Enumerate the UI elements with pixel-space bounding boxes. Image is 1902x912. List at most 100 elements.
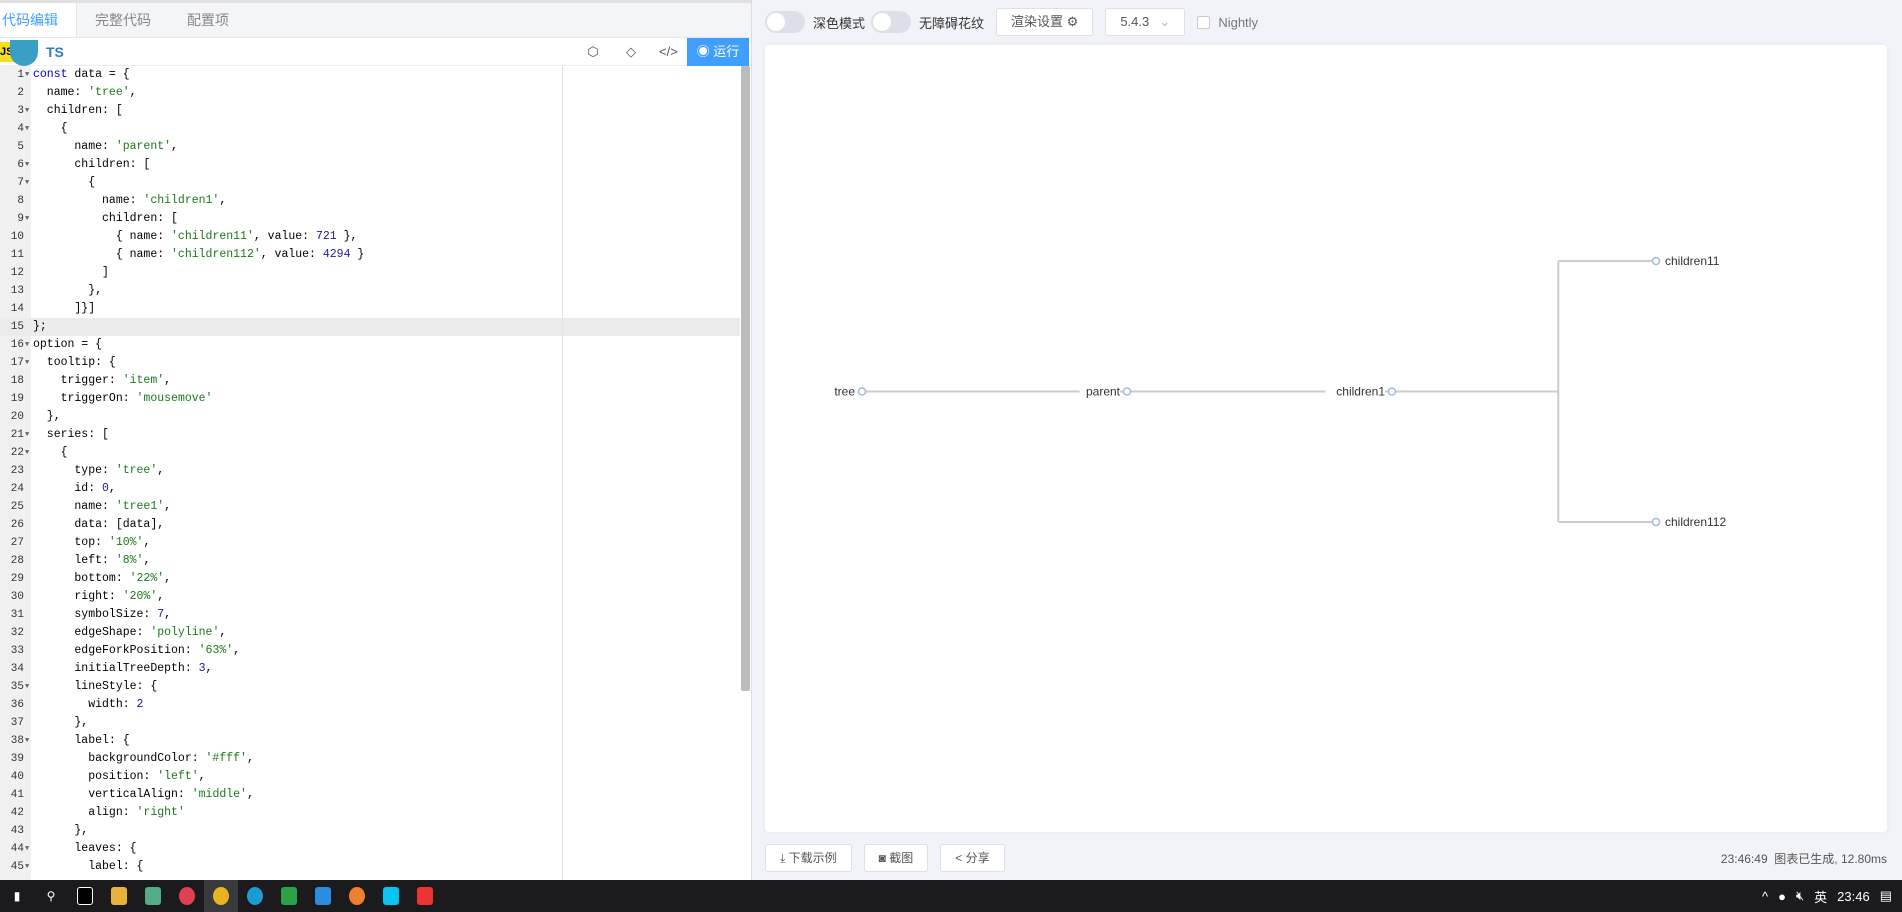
- volume-icon[interactable]: 🔇︎: [1796, 888, 1804, 904]
- share-button[interactable]: < 分享: [940, 844, 1005, 872]
- pycharm-icon[interactable]: [68, 880, 102, 912]
- code-line[interactable]: 40 position: 'left',: [0, 768, 740, 786]
- tab-options[interactable]: 配置项: [169, 3, 247, 37]
- code-line[interactable]: 7 ▼ {: [0, 174, 740, 192]
- code-line[interactable]: 13 },: [0, 282, 740, 300]
- tree-node[interactable]: [857, 387, 867, 396]
- fold-arrow-icon[interactable]: ▼: [25, 444, 29, 462]
- code-line[interactable]: 24 id: 0,: [0, 480, 740, 498]
- code-line[interactable]: 37 },: [0, 714, 740, 732]
- screenshot-button[interactable]: ◙ 截图: [863, 844, 929, 872]
- edge-icon[interactable]: [238, 880, 272, 912]
- code-line[interactable]: 39 backgroundColor: '#fff',: [0, 750, 740, 768]
- code-line[interactable]: 8 name: 'children1',: [0, 192, 740, 210]
- tree-node[interactable]: [1651, 256, 1661, 266]
- code-line[interactable]: 28 left: '8%',: [0, 552, 740, 570]
- code-line[interactable]: 43 },: [0, 822, 740, 840]
- code-line[interactable]: 31 symbolSize: 7,: [0, 606, 740, 624]
- download-button[interactable]: ⤓ 下载示例: [765, 844, 852, 872]
- fold-arrow-icon[interactable]: ▼: [25, 858, 29, 876]
- code-line[interactable]: 19 triggerOn: 'mousemove': [0, 390, 740, 408]
- fold-arrow-icon[interactable]: ▼: [25, 354, 29, 372]
- editor-scrollbar[interactable]: [741, 66, 750, 691]
- code-line[interactable]: 35 ▼ lineStyle: {: [0, 678, 740, 696]
- tree-node[interactable]: [1651, 517, 1661, 527]
- code-editor[interactable]: 1 ▼ const data = {2 name: 'tree', 3 ▼ childr…: [0, 66, 740, 880]
- fold-arrow-icon[interactable]: ▼: [25, 66, 29, 84]
- ts-toggle[interactable]: TS: [46, 44, 64, 60]
- version-select[interactable]: 5.4.3 ⌄: [1105, 8, 1186, 36]
- code-line[interactable]: 21 ▼ series: [: [0, 426, 740, 444]
- tree-node[interactable]: [1387, 387, 1397, 396]
- fold-arrow-icon[interactable]: ▼: [25, 678, 29, 696]
- calendar-icon[interactable]: [306, 880, 340, 912]
- dark-mode-toggle[interactable]: [765, 11, 805, 33]
- chart-canvas[interactable]: children11 children112 children1 parent tree: [765, 45, 1887, 832]
- code-icon[interactable]: </>: [659, 43, 678, 61]
- code-line[interactable]: 2 name: 'tree',: [0, 84, 740, 102]
- fold-arrow-icon[interactable]: ▼: [25, 156, 29, 174]
- tree-node[interactable]: [1122, 387, 1132, 396]
- code-line[interactable]: 34 initialTreeDepth: 3,: [0, 660, 740, 678]
- code-line[interactable]: 4 ▼ {: [0, 120, 740, 138]
- decal-toggle[interactable]: [871, 11, 912, 33]
- fold-arrow-icon[interactable]: ▼: [25, 174, 29, 192]
- code-line[interactable]: 25 name: 'tree1',: [0, 498, 740, 516]
- chrome-icon[interactable]: [204, 880, 238, 912]
- tab-full-code[interactable]: 完整代码: [77, 3, 169, 37]
- code-line[interactable]: 20 },: [0, 408, 740, 426]
- clock[interactable]: 23:46: [1837, 889, 1870, 904]
- code-line[interactable]: 3 ▼ children: [: [0, 102, 740, 120]
- code-line[interactable]: 30 right: '20%',: [0, 588, 740, 606]
- fold-arrow-icon[interactable]: ▼: [25, 840, 29, 858]
- app-icon[interactable]: [170, 880, 204, 912]
- code-line[interactable]: 22 ▼ {: [0, 444, 740, 462]
- git-icon[interactable]: [136, 880, 170, 912]
- codepen-icon[interactable]: ⬡: [584, 43, 602, 61]
- code-line[interactable]: 42 align: 'right': [0, 804, 740, 822]
- start-icon[interactable]: ▮: [0, 880, 34, 912]
- code-line[interactable]: 36 width: 2: [0, 696, 740, 714]
- code-line[interactable]: 10 { name: 'children11', value: 721 },: [0, 228, 740, 246]
- code-line[interactable]: 32 edgeShape: 'polyline',: [0, 624, 740, 642]
- fold-arrow-icon[interactable]: ▼: [25, 336, 29, 354]
- fold-arrow-icon[interactable]: ▼: [25, 102, 29, 120]
- code-line[interactable]: 26 data: [data],: [0, 516, 740, 534]
- search-icon[interactable]: ⚲: [34, 880, 68, 912]
- code-line[interactable]: 1 ▼ const data = {: [0, 66, 740, 84]
- browser-icon[interactable]: [340, 880, 374, 912]
- code-line[interactable]: 14 ]}]: [0, 300, 740, 318]
- code-line[interactable]: 5 name: 'parent',: [0, 138, 740, 156]
- code-line[interactable]: 44 ▼ leaves: {: [0, 840, 740, 858]
- code-line[interactable]: 38 ▼ label: {: [0, 732, 740, 750]
- nightly-checkbox[interactable]: [1197, 15, 1211, 29]
- code-line[interactable]: 29 bottom: '22%',: [0, 570, 740, 588]
- notification-icon[interactable]: ▤: [1880, 888, 1892, 904]
- code-line[interactable]: 17 ▼ tooltip: {: [0, 354, 740, 372]
- render-settings-button[interactable]: 渲染设置 ⚙: [996, 8, 1094, 36]
- tab-code-edit[interactable]: 代码编辑: [0, 3, 77, 37]
- code-line[interactable]: 9 ▼ children: [: [0, 210, 740, 228]
- folder-icon[interactable]: [102, 880, 136, 912]
- codesandbox-icon[interactable]: ◇: [622, 43, 640, 61]
- code-line[interactable]: 23 type: 'tree',: [0, 462, 740, 480]
- code-line[interactable]: 16 ▼ option = {: [0, 336, 740, 354]
- code-line[interactable]: 15};: [0, 318, 740, 336]
- code-line[interactable]: 6 ▼ children: [: [0, 156, 740, 174]
- run-button[interactable]: ◉ 运行: [687, 38, 749, 66]
- chevron-up-icon[interactable]: ^: [1762, 889, 1768, 904]
- fold-arrow-icon[interactable]: ▼: [25, 732, 29, 750]
- ime-indicator[interactable]: 英: [1814, 887, 1827, 906]
- code-line[interactable]: 41 verticalAlign: 'middle',: [0, 786, 740, 804]
- hbuilder-icon[interactable]: [272, 880, 306, 912]
- code-line[interactable]: 12 ]: [0, 264, 740, 282]
- code-line[interactable]: 45 ▼ label: {: [0, 858, 740, 876]
- webstorm-icon[interactable]: [374, 880, 408, 912]
- app2-icon[interactable]: [408, 880, 442, 912]
- qq-icon[interactable]: ●: [1778, 889, 1786, 904]
- fold-arrow-icon[interactable]: ▼: [25, 210, 29, 228]
- fold-arrow-icon[interactable]: ▼: [25, 120, 29, 138]
- code-line[interactable]: 27 top: '10%',: [0, 534, 740, 552]
- fold-arrow-icon[interactable]: ▼: [25, 426, 29, 444]
- code-line[interactable]: 18 trigger: 'item',: [0, 372, 740, 390]
